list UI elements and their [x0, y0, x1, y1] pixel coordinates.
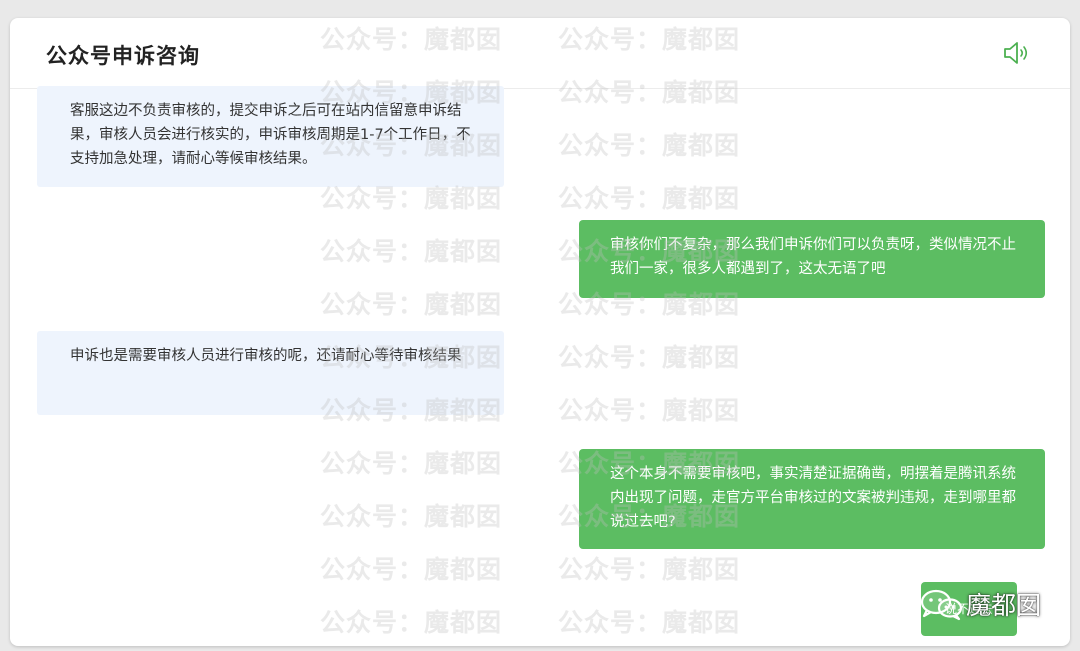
chat-header: 公众号申诉咨询 — [10, 18, 1070, 89]
speaker-icon[interactable] — [1003, 40, 1033, 66]
page-title: 公众号申诉咨询 — [46, 44, 200, 68]
agent-message-bubble: 申诉也是需要审核人员进行审核的呢，还请耐心等待审核结果 — [37, 331, 504, 415]
wechat-icon — [920, 589, 963, 621]
brand-watermark: 魔都囡 — [918, 584, 1054, 624]
user-message-bubble: 审核你们不复杂，那么我们申诉你们可以负责呀，类似情况不止我们一家，很多人都遇到了… — [579, 220, 1045, 298]
chat-panel: 公众号申诉咨询 客服这边不负责审核的，提交申诉之后可在站内信留意申诉结果，审核人… — [10, 18, 1070, 646]
brand-text: 魔都囡 — [966, 591, 1042, 620]
user-message-bubble: 这个本身不需要审核吧，事实清楚证据确凿，明摆着是腾讯系统内出现了问题，走官方平台… — [579, 449, 1045, 549]
agent-message-bubble: 客服这边不负责审核的，提交申诉之后可在站内信留意申诉结果，审核人员会进行核实的，… — [37, 86, 504, 187]
